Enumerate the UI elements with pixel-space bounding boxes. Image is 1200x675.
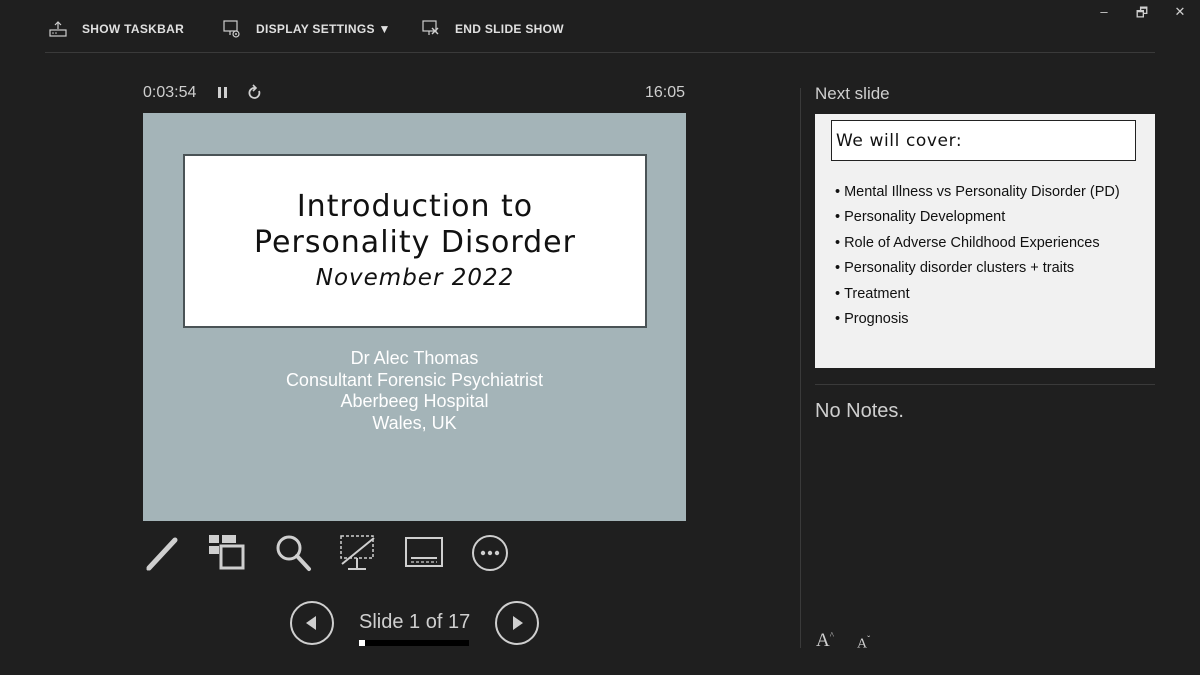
slide-title-line1: Introduction to (296, 189, 534, 224)
next-slide-preview[interactable]: We will cover: Mental Illness vs Persona… (815, 114, 1155, 368)
next-slide-button[interactable] (495, 601, 539, 645)
end-slide-show-button[interactable]: END SLIDE SHOW (421, 19, 564, 39)
notes-divider (815, 384, 1155, 385)
top-toolbar: SHOW TASKBAR DISPLAY SETTINGS ▼ END SLID… (45, 0, 1155, 53)
list-item: Role of Adverse Childhood Experiences (835, 231, 1120, 256)
zoom-icon[interactable] (273, 532, 313, 574)
slide-title-box: Introduction to Personality Disorder Nov… (183, 154, 647, 328)
speaker-notes[interactable]: No Notes. (815, 400, 904, 423)
display-settings-icon (223, 20, 240, 38)
author-name: Dr Alec Thomas (350, 348, 479, 368)
list-item: Personality disorder clusters + traits (835, 256, 1120, 281)
increase-font-button[interactable]: A^ (816, 630, 834, 652)
next-slide-label: Next slide (815, 84, 890, 103)
end-slide-show-label: END SLIDE SHOW (455, 22, 564, 36)
slide-counter[interactable]: Slide 1 of 17 (359, 611, 470, 634)
close-button[interactable]: ✕ (1170, 4, 1190, 20)
slide-title-line2: Personality Disorder (254, 225, 576, 260)
see-all-slides-icon[interactable] (207, 532, 247, 574)
list-item: Prognosis (835, 307, 1120, 332)
subtitles-icon[interactable] (404, 532, 444, 574)
restore-button[interactable]: 🗗 (1132, 4, 1152, 26)
black-screen-icon[interactable] (338, 532, 378, 574)
previous-slide-button[interactable] (290, 601, 334, 645)
pen-tool-icon[interactable] (143, 532, 183, 574)
author-hospital: Aberbeeg Hospital (340, 391, 489, 411)
show-taskbar-button[interactable]: SHOW TASKBAR (48, 19, 184, 39)
slide-author-block: Dr Alec Thomas Consultant Forensic Psych… (143, 348, 686, 434)
more-options-icon[interactable] (470, 532, 510, 574)
triangle-right-icon (513, 616, 523, 630)
slide-date: November 2022 (315, 265, 515, 291)
list-item: Mental Illness vs Personality Disorder (… (835, 180, 1120, 205)
display-settings-label: DISPLAY SETTINGS ▼ (256, 22, 391, 36)
increase-font-label: A (816, 630, 830, 651)
list-item: Personality Development (835, 205, 1120, 230)
pane-divider[interactable] (800, 88, 801, 648)
slide-progress-bar (359, 640, 469, 646)
taskbar-icon (49, 21, 67, 37)
elapsed-timer: 0:03:54 (143, 84, 197, 101)
decrease-font-button[interactable]: Aˇ (857, 634, 870, 653)
list-item: Treatment (835, 282, 1120, 307)
next-slide-bullets: Mental Illness vs Personality Disorder (… (835, 180, 1120, 332)
clock-time: 16:05 (645, 84, 686, 101)
pause-icon[interactable] (214, 83, 232, 103)
next-slide-heading: We will cover: (831, 120, 1136, 161)
author-location: Wales, UK (372, 412, 457, 433)
display-settings-button[interactable]: DISPLAY SETTINGS ▼ (222, 19, 391, 39)
decrease-font-label: A (857, 636, 868, 652)
show-taskbar-label: SHOW TASKBAR (82, 22, 185, 36)
end-show-icon (422, 20, 439, 35)
slide-progress-fill (359, 640, 366, 646)
author-role: Consultant Forensic Psychiatrist (285, 369, 544, 390)
current-slide[interactable]: Introduction to Personality Disorder Nov… (143, 113, 686, 521)
minimize-button[interactable]: – (1094, 4, 1114, 19)
restart-timer-icon[interactable] (246, 83, 264, 103)
triangle-left-icon (306, 616, 316, 630)
